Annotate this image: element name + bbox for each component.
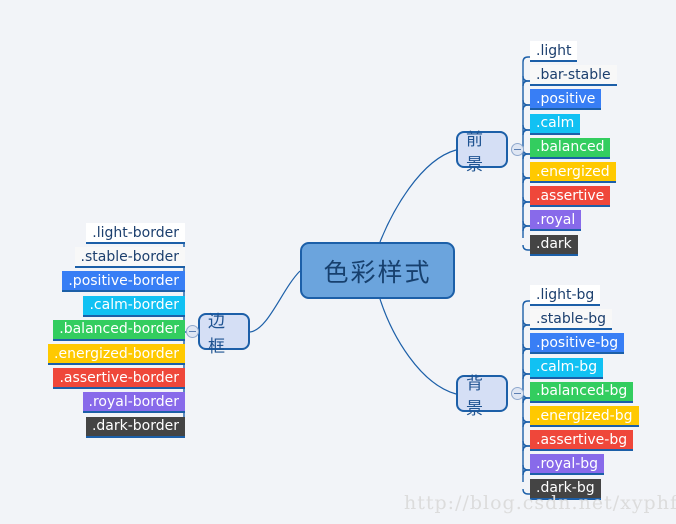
leaf-label[interactable]: .positive-bg [530,333,625,355]
leaf-label[interactable]: .royal-border [82,392,185,414]
leaf-label[interactable]: .stable-border [74,247,185,269]
leaf-label[interactable]: .calm [530,113,581,135]
branch-node-border[interactable]: 边框 [198,312,250,357]
leaf-label-text: .stable-border [80,248,179,265]
leaf-label-text: .balanced-border [59,321,179,338]
leaf-label-text: .energized [536,163,610,180]
mindmap-canvas: 色彩样式 前景 背景 边框 .light .bar-stable .positive… [0,0,676,524]
leaf-label-text: .light-bg [536,286,595,303]
leaf-label[interactable]: .assertive [530,186,611,208]
central-node-label: 色彩样式 [323,257,432,287]
branch-node-border-label: 边框 [208,311,226,357]
leaf-label-text: .dark [536,236,572,253]
minus-circle-icon[interactable] [511,387,524,400]
leaf-label[interactable]: .energized [530,162,616,183]
leaf-label-text: .calm-bg [536,359,598,376]
leaf-label[interactable]: .light-border [86,223,185,244]
leaf-label-text: .balanced-bg [536,383,628,400]
leaf-label-text: .dark-border [91,418,179,435]
leaf-label[interactable]: .balanced-bg [530,381,634,403]
leaf-label-text: .light [536,42,572,59]
leaf-label[interactable]: .balanced-border [53,319,185,341]
branch-node-foreground-label: 前景 [466,129,484,175]
leaf-label[interactable]: .positive [530,89,602,111]
leaf-label[interactable]: .dark [530,234,578,256]
minus-circle-icon[interactable] [511,143,524,156]
leaf-label[interactable]: .royal [530,210,582,232]
branch-node-foreground[interactable]: 前景 [456,130,508,175]
leaf-label[interactable]: .calm-border [83,295,185,317]
leaf-label[interactable]: .assertive-bg [530,430,634,452]
leaf-label[interactable]: .balanced [530,137,611,159]
leaf-label-text: .calm [536,115,575,132]
leaf-label[interactable]: .assertive-border [53,368,185,390]
leaf-label[interactable]: .stable-bg [530,309,613,331]
leaf-label[interactable]: .light [530,41,578,62]
leaf-label-text: .energized-border [54,345,179,362]
leaf-label-text: .calm-border [89,297,179,314]
minus-circle-icon[interactable] [186,325,199,338]
leaf-label[interactable]: .light-bg [530,285,601,306]
watermark: http://blog.csdn.net/xyphf [404,492,676,514]
leaf-label[interactable]: .energized-border [48,344,185,365]
leaf-label[interactable]: .calm-bg [530,357,604,379]
branch-node-background[interactable]: 背景 [456,374,508,419]
leaf-label-text: .bar-stable [536,66,611,83]
leaf-label-text: .positive-bg [536,334,619,351]
leaf-label-text: .assertive-bg [536,431,628,448]
leaf-label-text: .stable-bg [536,310,607,327]
branch-node-background-label: 背景 [466,373,484,419]
leaf-label[interactable]: .bar-stable [530,65,617,87]
leaf-label-text: .positive-border [68,272,179,289]
leaf-label[interactable]: .energized-bg [530,406,639,427]
leaf-label-text: .assertive [536,187,605,204]
leaf-label-text: .positive [536,90,596,107]
leaf-label-text: .balanced [536,139,605,156]
central-node[interactable]: 色彩样式 [300,242,455,299]
leaf-label-text: .energized-bg [536,407,633,424]
leaf-label-text: .royal-bg [536,455,599,472]
leaf-label[interactable]: .dark-border [85,416,185,438]
leaf-label[interactable]: .positive-border [62,271,185,293]
leaf-label-text: .light-border [92,224,179,241]
leaf-label[interactable]: .royal-bg [530,454,605,476]
leaf-label-text: .royal [536,211,576,228]
leaf-label-text: .royal-border [88,393,180,410]
leaf-label-text: .assertive-border [59,369,179,386]
